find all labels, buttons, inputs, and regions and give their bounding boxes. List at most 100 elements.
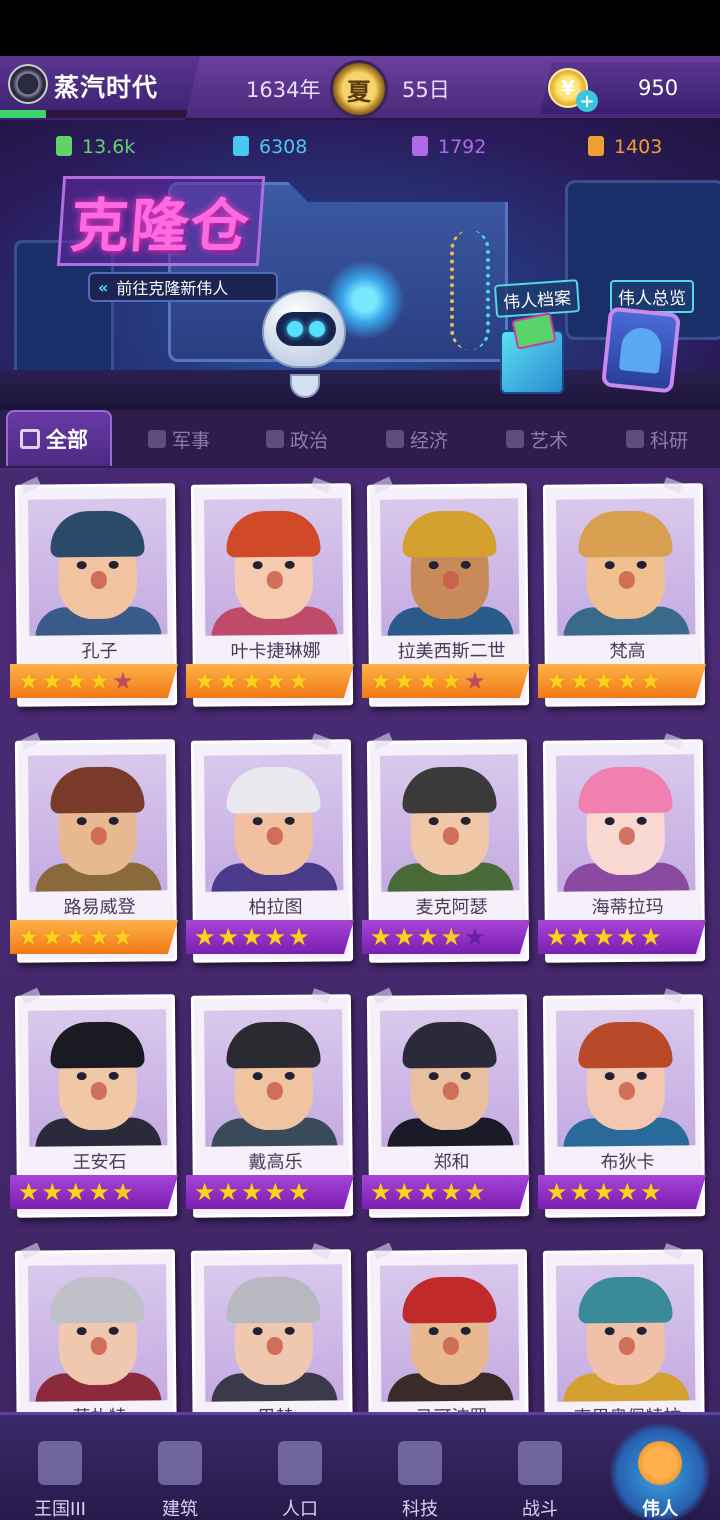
add-gold-icon[interactable]: + [576,90,598,112]
portrait-image [27,1009,168,1147]
great-person-card[interactable]: 巴赫 [190,1243,354,1415]
portrait-eye [284,560,295,569]
portrait-eye [76,561,87,570]
star-full-icon: ★ [417,1178,439,1206]
portrait-eye [460,560,471,569]
robot-eye [287,321,303,337]
star-rating: ★ ★ ★ ★ ★ [362,1175,530,1209]
star-half-icon: ★ [640,667,662,695]
star-full-icon: ★ [41,667,64,695]
nav-statue[interactable]: 伟人 [600,1415,720,1520]
great-person-card[interactable]: 孔子 ★ ★ ★ ★ ★ [10,476,178,712]
resource-1[interactable]: 13.6k [56,136,135,158]
tab-label: 全部 [46,428,88,452]
great-person-card[interactable]: 拉美西斯二世 ★ ★ ★ ★ ★ [362,476,530,712]
star-full-icon: ★ [194,667,216,695]
nav-person[interactable]: 人口 [240,1415,360,1520]
portrait-hair [226,1021,321,1069]
tab-military[interactable]: 军事 [148,424,210,454]
portrait-nose [266,826,283,846]
great-person-card[interactable]: 梵高 ★ ★ ★ ★ ★ [538,477,706,712]
portrait-nose [266,1081,283,1101]
tab-label: 政治 [290,429,329,452]
great-person-name: 梵高 [609,640,646,663]
nav-book[interactable]: 科技 [360,1415,480,1520]
portrait-nose [90,570,107,590]
portrait-image [379,1009,520,1147]
castle-icon [38,1441,82,1485]
portrait-eye [460,816,471,825]
star-rating: ★ ★ ★ ★ ★ [186,1175,354,1209]
portrait-nose [266,1336,283,1356]
era-panel[interactable]: 蒸汽时代 [0,56,200,120]
category-tabs: 全部 军事 政治 经济 艺术 科研 [0,410,720,468]
resource-4[interactable]: 1403 [588,136,662,158]
portrait-hair [578,1021,673,1069]
great-person-name: 拉美西斯二世 [397,640,506,663]
great-person-card[interactable]: 叶卡捷琳娜 ★ ★ ★ ★ ★ [186,477,354,712]
portrait-hair [578,1276,673,1324]
star-full-icon: ★ [88,923,111,951]
great-person-card[interactable]: 戴高乐 ★ ★ ★ ★ ★ [186,988,354,1223]
great-person-card[interactable]: 郑和 ★ ★ ★ ★ ★ [362,987,530,1223]
bottom-nav: 王国III 建筑 人口 科技 战斗 伟人 [0,1412,720,1520]
great-people-grid: 孔子 ★ ★ ★ ★ ★ 叶卡捷琳娜 ★ ★ ★ ★ ★ 拉美西斯二世 ★ ★ ★ ★ ★ 梵高 ★ ★ ★ ★ ★ 路易威登 ★… [0,470,720,1415]
nav-house[interactable]: 建筑 [120,1415,240,1520]
nav-castle[interactable]: 王国III [0,1415,120,1520]
star-full-icon: ★ [440,1178,463,1206]
tab-all[interactable]: 全部 [6,410,112,466]
overview-frame-icon[interactable] [601,306,681,394]
portrait-hair [402,1021,497,1069]
tab-art[interactable]: 艺术 [506,424,568,454]
star-full-icon: ★ [18,1178,40,1206]
star-rating: ★ ★ ★ ★ ★ [538,920,706,954]
star-full-icon: ★ [616,1178,639,1206]
star-full-icon: ★ [241,923,263,951]
portrait-eye [76,817,87,826]
star-full-icon: ★ [18,667,40,695]
archive-label[interactable]: 伟人档案 [493,279,581,318]
star-full-icon: ★ [41,1178,64,1206]
robot-mascot[interactable] [262,290,346,368]
great-person-name: 海蒂拉玛 [591,896,664,919]
palette-icon [506,430,524,448]
resource-3[interactable]: 1792 [412,136,486,158]
star-full-icon: ★ [616,923,639,951]
great-person-card[interactable]: 柏拉图 ★ ★ ★ ★ ★ [186,733,354,968]
star-full-icon: ★ [569,923,592,951]
star-full-icon: ★ [593,923,615,951]
great-person-card[interactable]: 布狄卡 ★ ★ ★ ★ ★ [538,988,706,1223]
great-person-card[interactable]: 克里奥佩特拉 [542,1243,706,1415]
star-full-icon: ★ [417,923,439,951]
clone-subtitle-button[interactable]: « 前往克隆新伟人 [88,272,278,302]
great-person-card[interactable]: 莫扎特 [14,1242,178,1415]
era-icon [8,64,48,104]
card-frame: 莫扎特 [14,1249,178,1415]
tab-research[interactable]: 科研 [626,424,688,454]
great-person-card[interactable]: 海蒂拉玛 ★ ★ ★ ★ ★ [538,733,706,968]
clone-banner[interactable]: 13.6k 6308 1792 1403 克隆仓 «前往克隆新伟人 伟人档案 伟… [0,120,720,410]
great-person-card[interactable]: 麦克阿瑟 ★ ★ ★ ★ ★ [362,732,530,968]
star-half-icon: ★ [440,923,463,951]
tab-politics[interactable]: 政治 [266,424,328,454]
great-person-name: 叶卡捷琳娜 [230,640,321,663]
star-half-icon: ★ [440,667,463,695]
star-full-icon: ★ [217,923,240,951]
tab-label: 艺术 [530,429,569,452]
star-full-icon: ★ [370,667,392,695]
season-badge[interactable]: 夏 [330,60,388,118]
era-progress-bar [0,110,190,118]
tab-economy[interactable]: 经济 [386,424,448,454]
clone-title: 克隆仓 [56,176,266,266]
great-person-card[interactable]: 王安石 ★ ★ ★ ★ ★ [10,987,178,1223]
portrait-hair [50,1021,145,1069]
portrait-eye [252,1327,263,1336]
resource-2[interactable]: 6308 [233,136,307,158]
great-person-card[interactable]: 马可波罗 [366,1242,530,1415]
star-rating: ★ ★ ★ ★ ★ [538,664,706,698]
purple-resource-icon [412,136,428,156]
nav-crossed-swords[interactable]: 战斗 [480,1415,600,1520]
house-icon [158,1441,202,1485]
chevron-left-icon: « [98,277,109,297]
great-person-card[interactable]: 路易威登 ★ ★ ★ ★ ★ [10,732,178,968]
